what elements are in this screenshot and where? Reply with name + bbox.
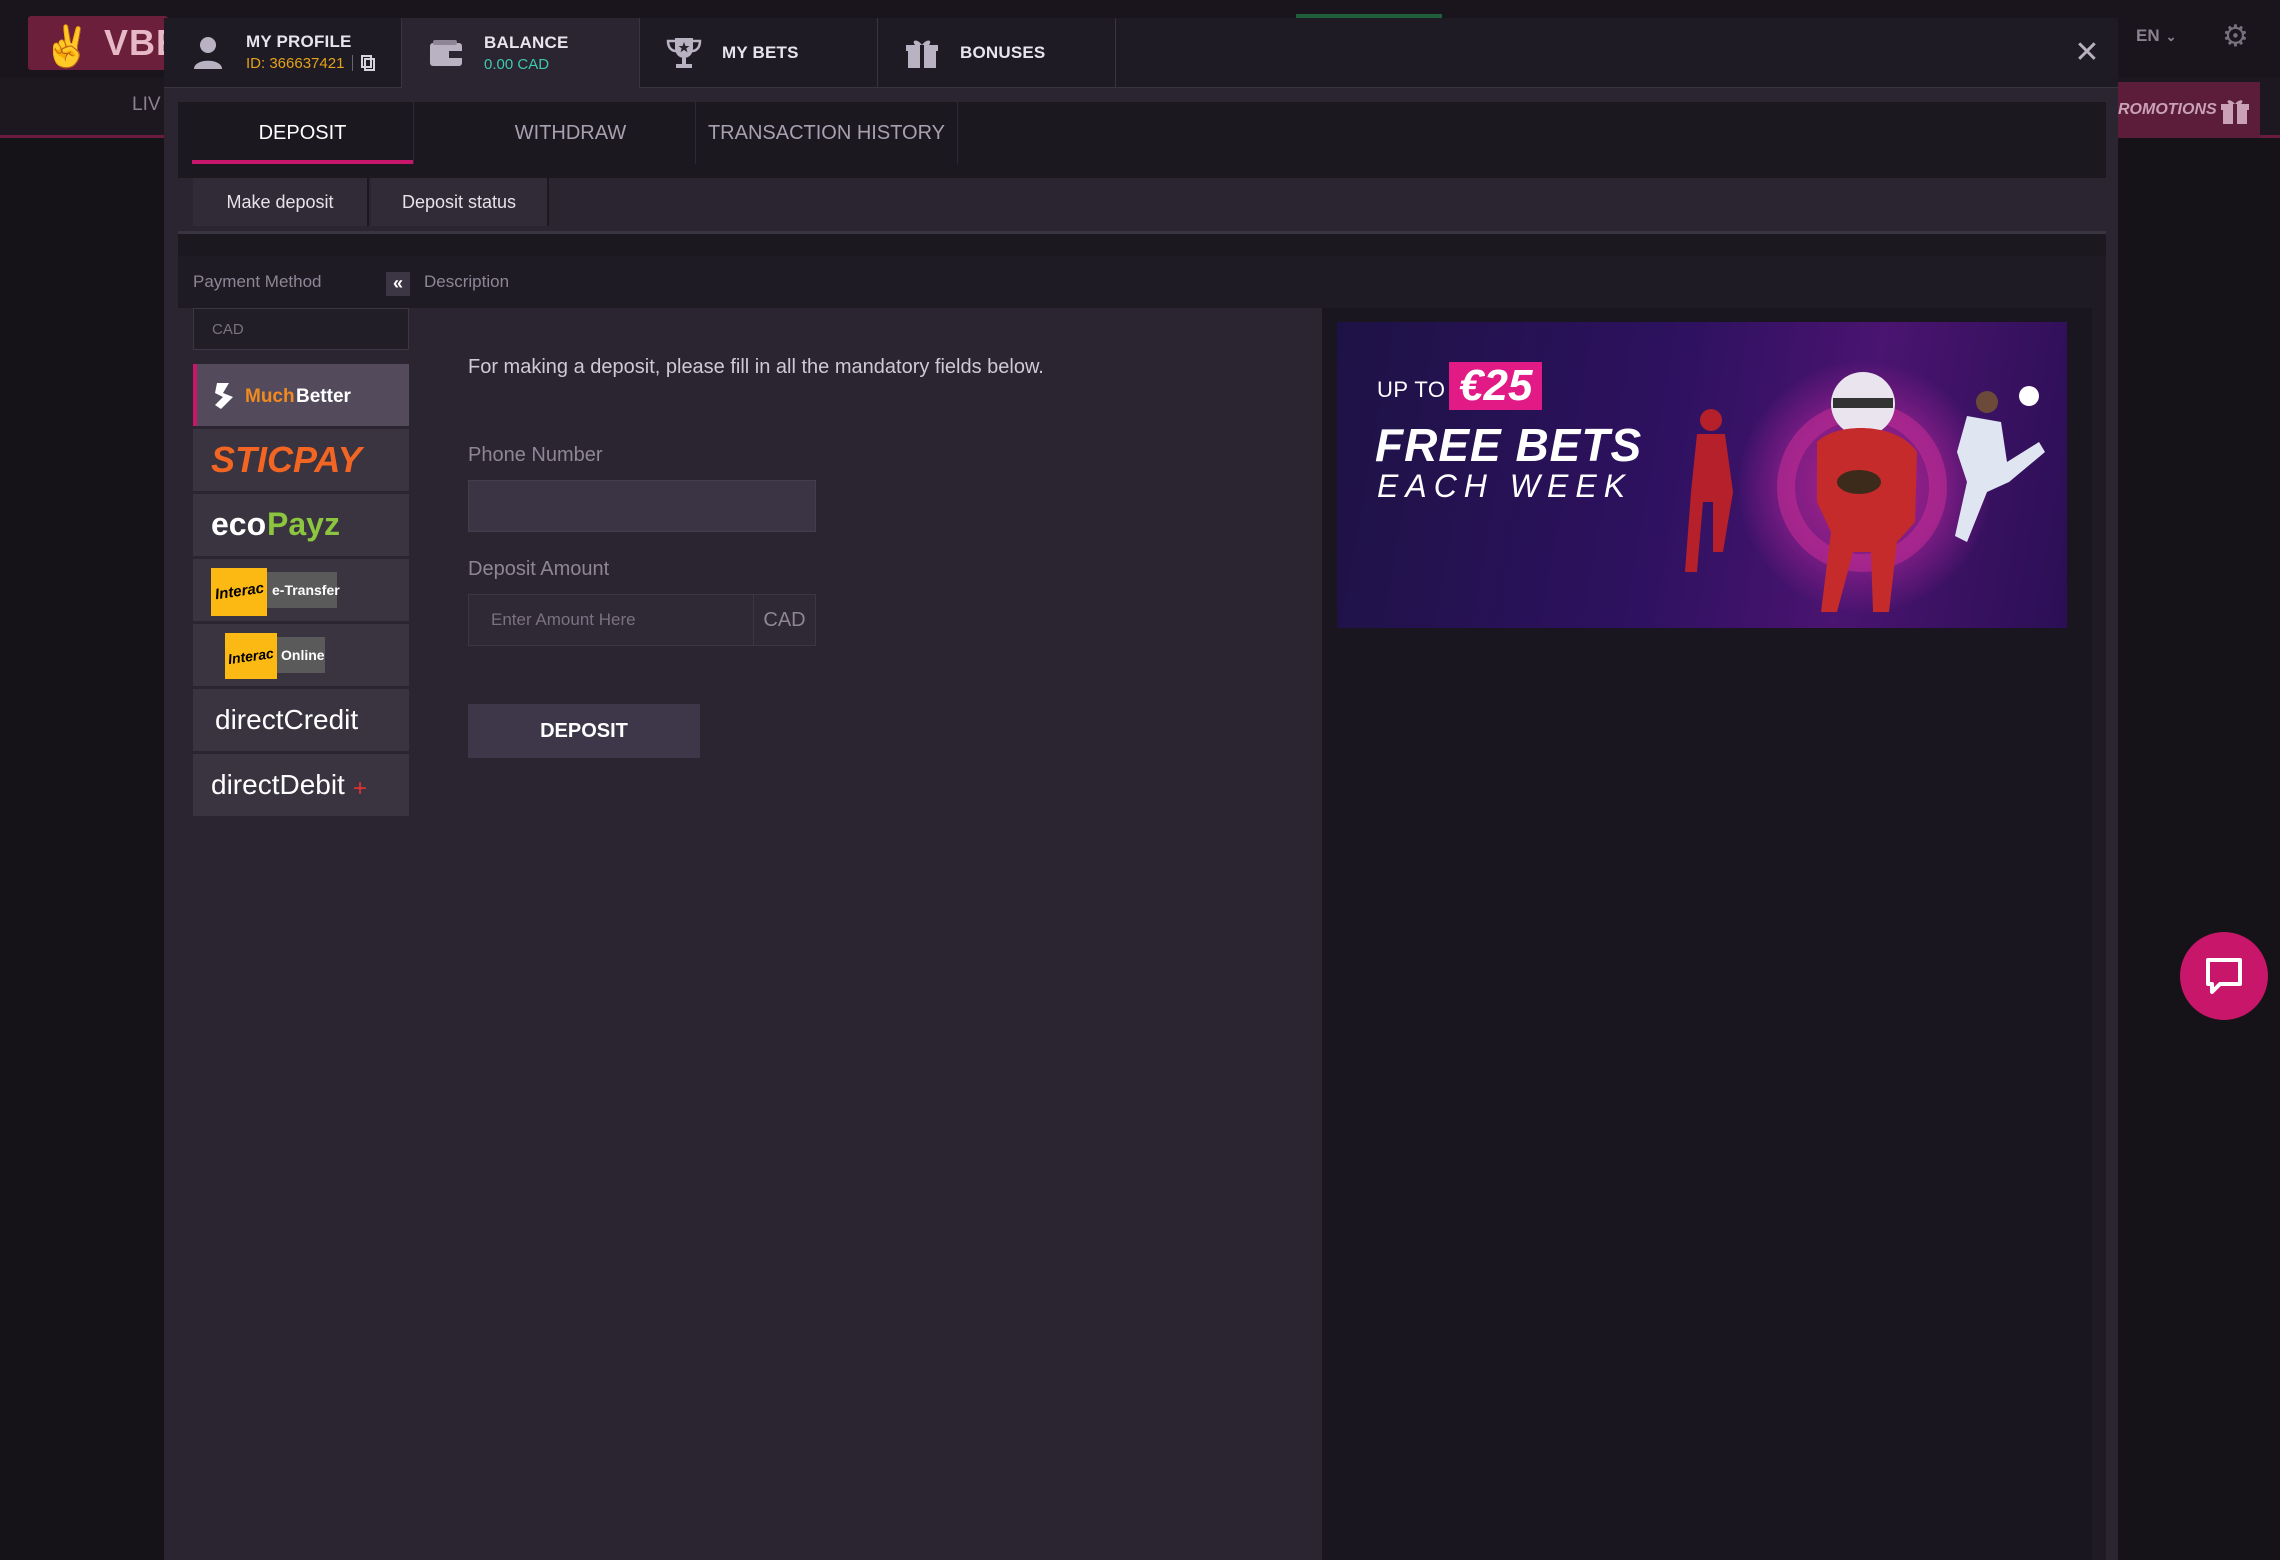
directcredit-logo: directCredit	[215, 704, 358, 735]
ecopayz-logo: eco Payz	[211, 506, 340, 542]
bets-title: MY BETS	[722, 43, 799, 62]
deposit-panel: Payment Method « Description CAD Much Be…	[178, 256, 2106, 1560]
phone-number-label: Phone Number	[468, 444, 603, 466]
interac-etransfer-logo: Interac e-Transfer	[211, 568, 340, 616]
collapse-sidebar-button[interactable]: «	[386, 272, 410, 296]
banner-amount: €25	[1449, 362, 1543, 410]
language-selector[interactable]: EN ⌄	[2136, 26, 2177, 46]
chat-bubble-icon	[2206, 958, 2242, 994]
svg-text:Payz: Payz	[267, 506, 340, 542]
promotions-link[interactable]: ROMOTIONS	[2110, 82, 2260, 138]
free-bets-banner[interactable]: UP TO €25 FREE BETS EACH WEEK	[1337, 322, 2067, 628]
close-icon[interactable]: ✕	[2074, 38, 2100, 68]
trophy-icon	[664, 33, 704, 73]
nav-live-link[interactable]: LIV	[132, 94, 161, 116]
payment-method-sidebar: CAD Much Better STICPAY eco Payz Interac…	[178, 308, 424, 1560]
tab-deposit[interactable]: DEPOSIT	[192, 102, 414, 164]
payment-method-interac-etransfer[interactable]: Interac e-Transfer	[193, 559, 409, 621]
deposit-button[interactable]: DEPOSIT	[468, 704, 700, 758]
chevron-down-icon: ⌄	[2165, 29, 2177, 44]
balance-subtabs: DEPOSIT WITHDRAW TRANSACTION HISTORY	[178, 102, 2106, 164]
modal-content: DEPOSIT WITHDRAW TRANSACTION HISTORY Mak…	[178, 102, 2106, 1560]
svg-text:Better: Better	[296, 386, 352, 407]
balance-title: BALANCE	[484, 33, 569, 52]
account-tabs: MY PROFILE ID: 366637421 BALANCE 0.00 CA…	[164, 18, 2118, 88]
svg-text:+: +	[353, 775, 367, 802]
user-icon	[188, 33, 228, 73]
deposit-form: For making a deposit, please fill in all…	[424, 308, 1322, 1560]
deposit-amount-label: Deposit Amount	[468, 558, 610, 580]
gift-icon	[902, 33, 942, 73]
payment-method-muchbetter[interactable]: Much Better	[193, 364, 409, 426]
tab-transaction-history[interactable]: TRANSACTION HISTORY	[696, 102, 958, 164]
deposit-amount-field: Enter Amount Here CAD	[468, 594, 816, 646]
deposit-intro-text: For making a deposit, please fill in all…	[468, 356, 1044, 378]
profile-id: ID: 366637421	[246, 54, 345, 72]
deposit-amount-input[interactable]: Enter Amount Here	[469, 595, 753, 645]
payment-method-directcredit[interactable]: directCredit	[193, 689, 409, 751]
gear-icon[interactable]: ⚙	[2222, 22, 2252, 52]
account-modal: MY PROFILE ID: 366637421 BALANCE 0.00 CA…	[164, 18, 2118, 1560]
deposit-tabs-bar: Make deposit Deposit status	[178, 178, 2106, 234]
wallet-icon	[426, 33, 466, 73]
payment-method-sticpay[interactable]: STICPAY	[193, 429, 409, 491]
tab-bonuses[interactable]: BONUSES	[878, 18, 1116, 88]
sticpay-logo: STICPAY	[211, 439, 365, 480]
payment-method-directdebit[interactable]: directDebit +	[193, 754, 409, 816]
profile-title: MY PROFILE	[246, 31, 352, 51]
make-deposit-button[interactable]: Make deposit	[193, 178, 369, 226]
svg-text:eco: eco	[211, 506, 266, 542]
svg-text:directDebit: directDebit	[211, 769, 345, 800]
live-chat-button[interactable]	[2180, 932, 2268, 1020]
tab-balance[interactable]: BALANCE 0.00 CAD	[402, 18, 640, 88]
interac-online-logo: Interac Online	[225, 633, 325, 679]
double-chevron-left-icon: «	[392, 273, 403, 293]
svg-text:STICPAY: STICPAY	[211, 439, 365, 480]
directdebit-logo: directDebit +	[211, 769, 367, 802]
banner-headline: FREE BETS	[1375, 419, 1643, 471]
currency-filter-input[interactable]: CAD	[193, 308, 409, 350]
deposit-status-button[interactable]: Deposit status	[371, 178, 549, 226]
tab-my-profile[interactable]: MY PROFILE ID: 366637421	[164, 18, 402, 88]
tab-my-bets[interactable]: MY BETS	[640, 18, 878, 88]
payment-method-label: Payment Method	[193, 272, 322, 291]
bonuses-title: BONUSES	[960, 43, 1046, 62]
banner-upto-text: UP TO	[1377, 377, 1446, 402]
payment-method-interac-online[interactable]: Interac Online	[193, 624, 409, 686]
svg-text:e-Transfer: e-Transfer	[272, 582, 340, 598]
payment-method-ecopayz[interactable]: eco Payz	[193, 494, 409, 556]
banner-subheadline: EACH WEEK	[1377, 468, 1633, 504]
description-label: Description	[424, 272, 510, 291]
site-logo[interactable]: ✌ VBE	[28, 16, 180, 70]
phone-number-input[interactable]	[468, 480, 816, 532]
promo-area: UP TO €25 FREE BETS EACH WEEK	[1322, 308, 2092, 1560]
copy-icon[interactable]	[361, 54, 376, 75]
language-label: EN	[2136, 26, 2160, 45]
tab-withdraw[interactable]: WITHDRAW	[446, 102, 696, 164]
balance-amount: 0.00 CAD	[484, 56, 550, 73]
logo-mark: ✌	[42, 25, 93, 69]
athletes-illustration	[1685, 372, 2045, 612]
gift-icon	[2220, 96, 2250, 131]
muchbetter-logo: Much Better	[215, 383, 352, 409]
svg-text:directCredit: directCredit	[215, 704, 358, 735]
svg-text:Online: Online	[281, 647, 325, 663]
promotions-label: ROMOTIONS	[2118, 101, 2217, 118]
amount-currency: CAD	[753, 595, 815, 645]
svg-text:Much: Much	[245, 386, 295, 407]
